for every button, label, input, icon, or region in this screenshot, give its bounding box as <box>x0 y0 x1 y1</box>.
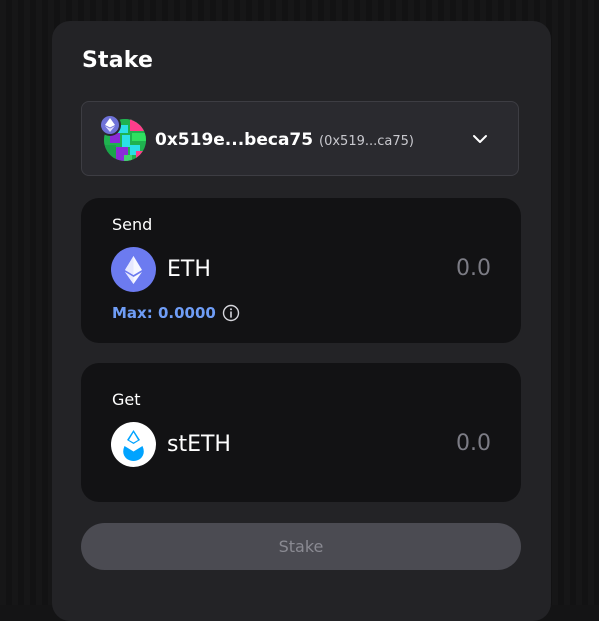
send-token-name: ETH <box>167 257 211 282</box>
account-selector[interactable]: 0x519e...beca75 (0x519...ca75) <box>81 101 519 176</box>
send-panel: Send ETH Max: 0.0000 <box>81 198 521 343</box>
get-token-name: stETH <box>167 432 231 457</box>
ethereum-icon <box>111 247 156 292</box>
steth-icon <box>111 422 156 467</box>
page-title: Stake <box>82 48 154 73</box>
send-amount-input[interactable] <box>371 256 491 281</box>
send-label: Send <box>112 215 153 234</box>
chevron-down-icon[interactable] <box>471 132 489 146</box>
account-name: 0x519e...beca75 (0x519...ca75) <box>155 130 414 150</box>
account-short-address: (0x519...ca75) <box>319 134 414 149</box>
stake-button[interactable]: Stake <box>81 523 521 570</box>
account-name-text: 0x519e...beca75 <box>155 130 314 150</box>
ethereum-network-badge-icon <box>99 114 121 136</box>
get-panel: Get stETH <box>81 363 521 502</box>
max-amount-link[interactable]: Max: 0.0000 <box>112 304 240 322</box>
get-amount-input[interactable] <box>371 431 491 456</box>
get-label: Get <box>112 390 141 409</box>
info-icon[interactable] <box>222 304 240 322</box>
max-amount-label: Max: 0.0000 <box>112 304 216 322</box>
